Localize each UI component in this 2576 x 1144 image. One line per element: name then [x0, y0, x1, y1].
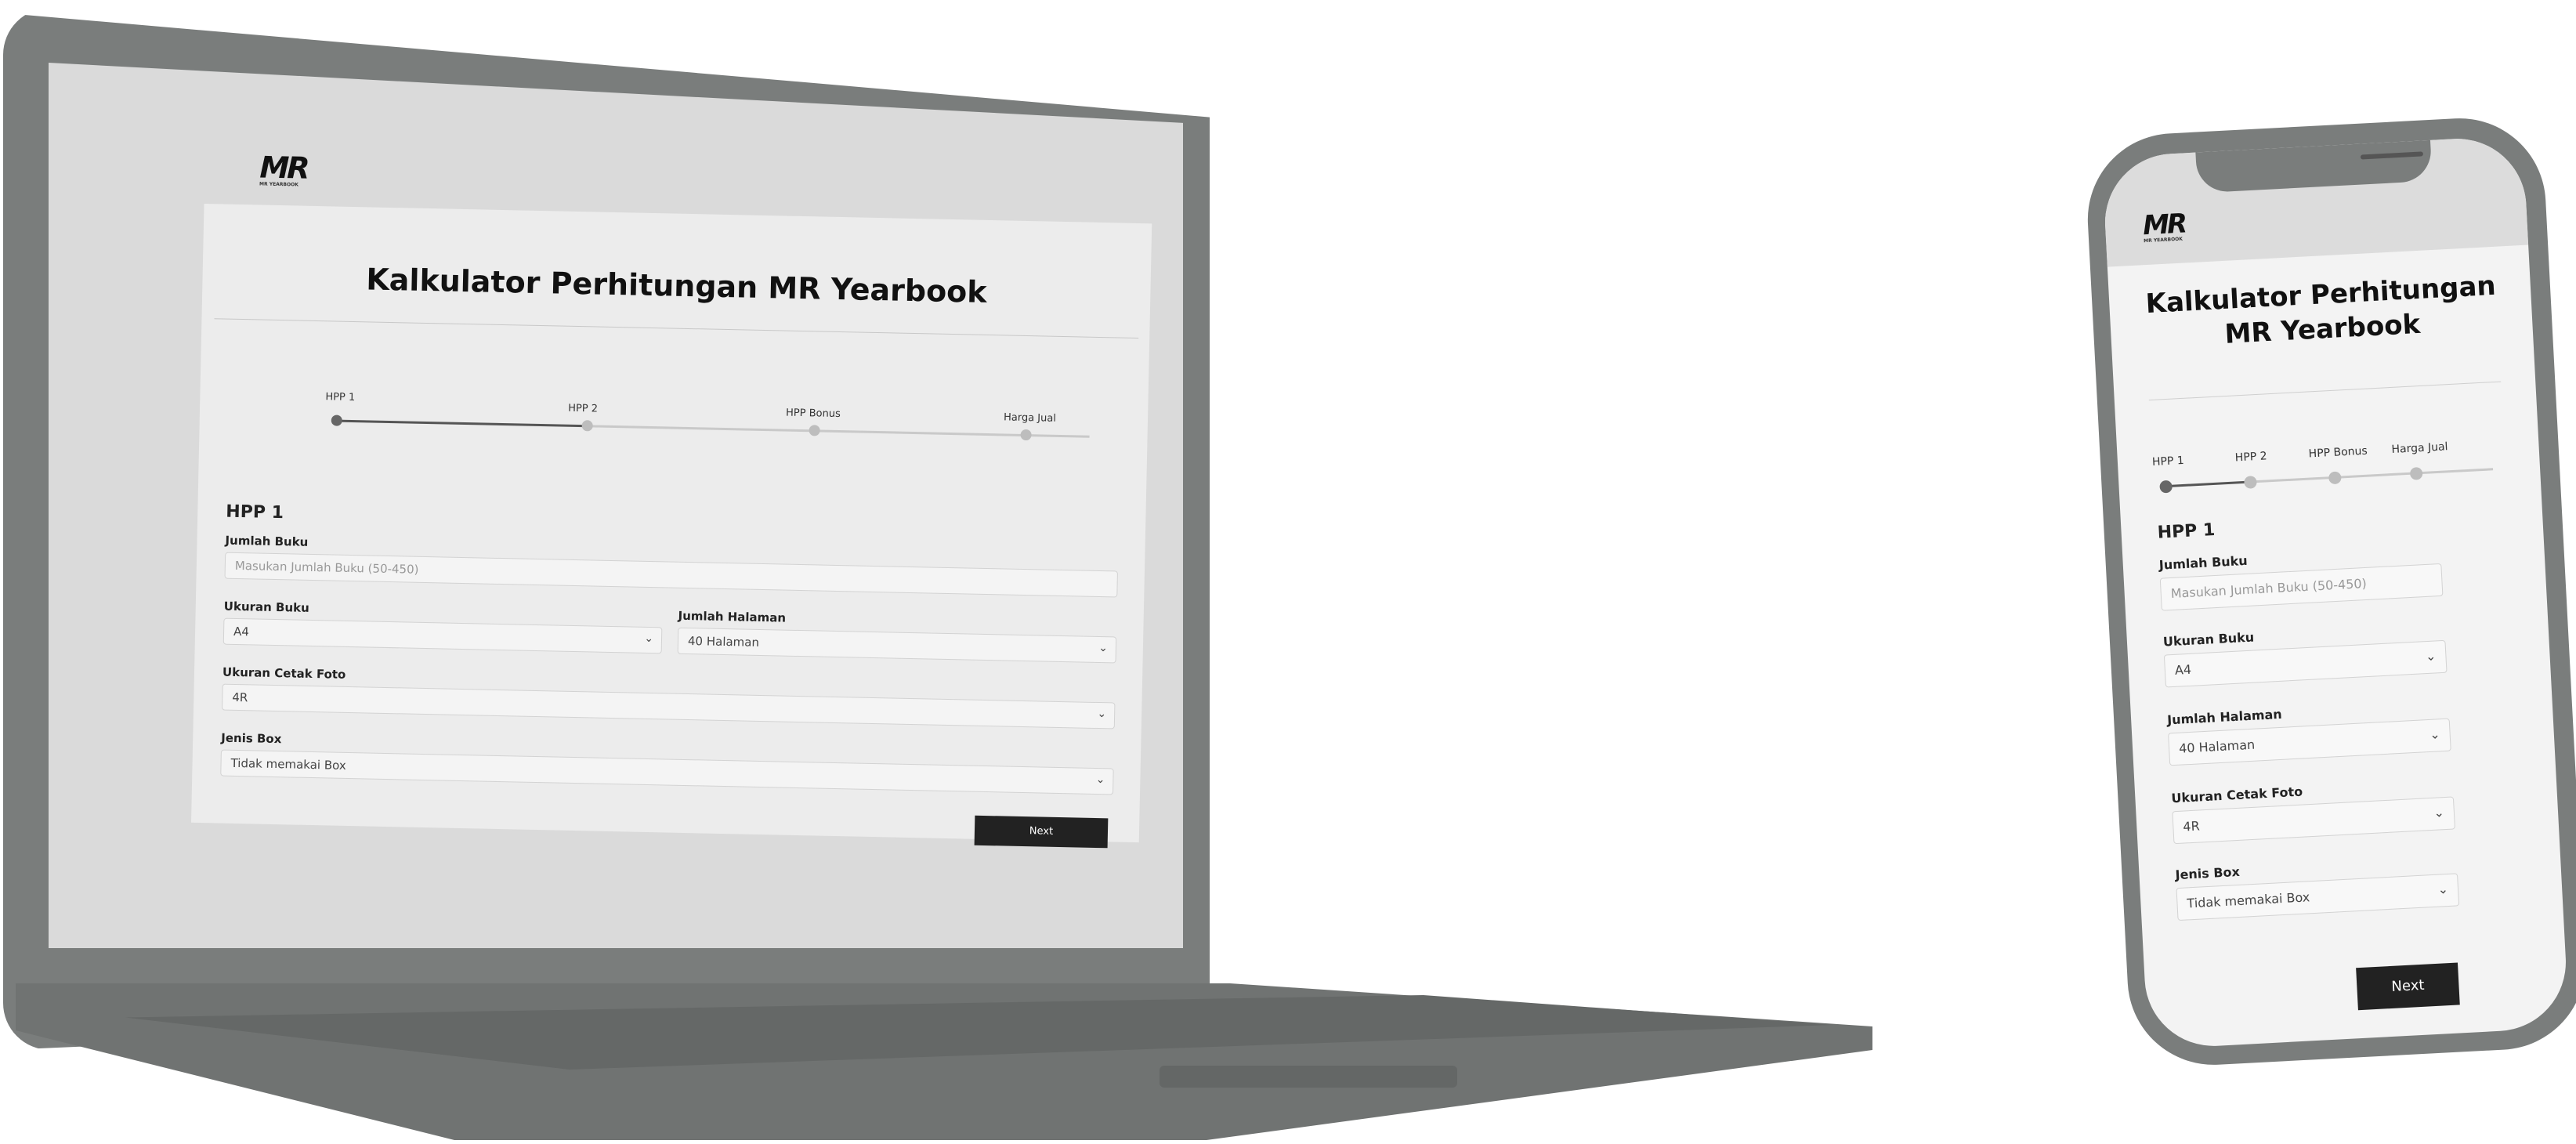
jumlah-halaman-select[interactable]: 40 Halaman ⌄ [2168, 718, 2451, 766]
form-section-title: HPP 1 [226, 501, 284, 523]
ukuran-cetak-foto-select[interactable]: 4R ⌄ [221, 683, 1116, 729]
title-divider [2148, 381, 2502, 401]
jumlah-buku-label: Jumlah Buku [2158, 552, 2249, 573]
jumlah-halaman-label: Jumlah Halaman [2166, 706, 2283, 728]
jenis-box-select[interactable]: Tidak memakai Box ⌄ [220, 749, 1114, 795]
step-dot-hpp-bonus[interactable] [809, 425, 820, 436]
brand-logo[interactable]: MR MR YEARBOOK [2142, 208, 2186, 244]
page-title: Kalkulator Perhitungan MR Yearbook [365, 262, 988, 310]
step-dot-hpp-bonus[interactable] [2328, 471, 2342, 485]
ukuran-buku-value: A4 [2174, 661, 2192, 678]
step-label-harga-jual: Harga Jual [1003, 411, 1057, 425]
ukuran-buku-value: A4 [233, 624, 250, 639]
step-dot-hpp1[interactable] [331, 415, 342, 426]
laptop-trackpad [1160, 1066, 1457, 1088]
chevron-down-icon: ⌄ [2433, 805, 2445, 820]
title-divider [214, 318, 1139, 338]
calculator-card: Kalkulator Perhitungan MR Yearbook HPP 1… [190, 203, 1152, 849]
ukuran-buku-label: Ukuran Buku [2162, 629, 2255, 650]
next-button[interactable]: Next [2356, 962, 2460, 1011]
step-label-hpp1: HPP 1 [2151, 454, 2185, 469]
page-title: Kalkulator Perhitungan MR Yearbook [2144, 270, 2497, 350]
step-dot-harga-jual[interactable] [1020, 429, 1032, 441]
ukuran-buku-select[interactable]: A4 ⌄ [2163, 639, 2448, 688]
jumlah-halaman-value: 40 Halaman [2178, 737, 2256, 756]
logo-text: MR [259, 150, 309, 186]
chevron-down-icon: ⌄ [1098, 642, 1109, 655]
ukuran-cetak-foto-label: Ukuran Cetak Foto [2170, 784, 2303, 806]
jenis-box-value: Tidak memakai Box [2187, 889, 2310, 911]
step-dot-hpp2[interactable] [2244, 476, 2257, 489]
next-button[interactable]: Next [974, 815, 1109, 849]
chevron-down-icon: ⌄ [2437, 881, 2449, 897]
step-label-harga-jual: Harga Jual [2391, 440, 2448, 456]
ukuran-cetak-foto-value: 4R [232, 690, 248, 705]
ukuran-buku-label: Ukuran Buku [223, 599, 309, 615]
chevron-down-icon: ⌄ [2429, 726, 2441, 742]
laptop-page: MR MR YEARBOOK Kalkulator Perhitungan MR… [190, 149, 1161, 858]
step-track [588, 425, 1090, 438]
step-track [2250, 468, 2494, 483]
step-track-progress [2164, 480, 2251, 488]
jumlah-buku-input[interactable]: Masukan Jumlah Buku (50-450) [224, 552, 1118, 598]
step-label-hpp-bonus: HPP Bonus [2308, 444, 2368, 461]
chevron-down-icon: ⌄ [1097, 708, 1107, 721]
step-label-hpp1: HPP 1 [325, 391, 356, 404]
ukuran-cetak-foto-label: Ukuran Cetak Foto [222, 664, 346, 682]
step-label-hpp2: HPP 2 [568, 402, 599, 415]
ukuran-cetak-foto-select[interactable]: 4R ⌄ [2172, 796, 2456, 845]
step-dot-hpp1[interactable] [2159, 480, 2173, 494]
jumlah-halaman-select[interactable]: 40 Halaman ⌄ [677, 627, 1117, 664]
jumlah-buku-label: Jumlah Buku [225, 533, 309, 549]
jenis-box-label: Jenis Box [221, 730, 282, 747]
jenis-box-select[interactable]: Tidak memakai Box ⌄ [2176, 873, 2460, 921]
form-section-title: HPP 1 [2157, 520, 2216, 543]
jumlah-halaman-label: Jumlah Halaman [678, 608, 787, 625]
step-dot-harga-jual[interactable] [2409, 466, 2423, 480]
step-label-hpp2: HPP 2 [2234, 450, 2267, 465]
jenis-box-value: Tidak memakai Box [230, 755, 346, 773]
phone-screen: MR MR YEARBOOK Kalkulator Perhitungan MR… [2101, 135, 2570, 1050]
ukuran-buku-select[interactable]: A4 ⌄ [223, 617, 663, 654]
brand-logo[interactable]: MR MR YEARBOOK [259, 150, 308, 187]
step-track-progress [337, 419, 588, 428]
ukuran-cetak-foto-value: 4R [2182, 818, 2201, 834]
jenis-box-label: Jenis Box [2175, 863, 2241, 883]
chevron-down-icon: ⌄ [2425, 648, 2437, 664]
jumlah-buku-input[interactable]: Masukan Jumlah Buku (50-450) [2159, 563, 2444, 611]
step-dot-hpp2[interactable] [581, 420, 593, 432]
chevron-down-icon: ⌄ [644, 632, 654, 646]
step-label-hpp-bonus: HPP Bonus [785, 407, 841, 421]
jumlah-halaman-value: 40 Halaman [687, 634, 760, 650]
laptop-screen: MR MR YEARBOOK Kalkulator Perhitungan MR… [49, 63, 1183, 948]
phone-speaker [2360, 151, 2424, 160]
chevron-down-icon: ⌄ [1095, 773, 1105, 787]
